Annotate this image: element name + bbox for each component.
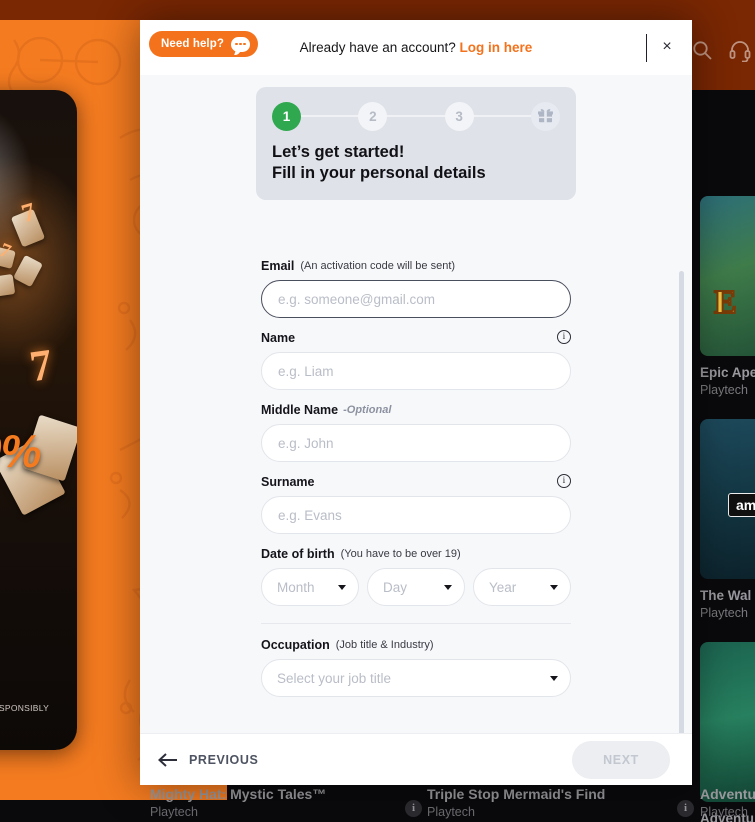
form-separator [261, 623, 571, 624]
modal-footer: PREVIOUS NEXT [140, 733, 692, 785]
game-provider: Playtech [150, 805, 198, 819]
dob-day-select[interactable]: Day [367, 568, 465, 606]
middle-name-optional-tag: -Optional [343, 404, 392, 416]
next-button[interactable]: NEXT [572, 740, 670, 779]
promo-legal-text: Y RESPONSIBLYPLY. [0, 703, 50, 713]
modal-header: Need help? Already have an account? Log … [140, 20, 692, 75]
field-date-of-birth: Date of birth (You have to be over 19) M… [261, 547, 571, 606]
game-card[interactable]: Mighty Hat: Mystic Tales™ Playtech [150, 786, 326, 819]
amc-badge: am [728, 493, 755, 517]
game-title: Epic Ape [700, 365, 755, 380]
surname-input[interactable] [261, 496, 571, 534]
game-title: Triple Stop Mermaid's Find [427, 786, 606, 802]
header-divider [646, 34, 647, 62]
game-provider: Playtech [700, 805, 748, 819]
info-icon[interactable]: i [557, 330, 571, 344]
game-thumbnail[interactable]: am [700, 419, 755, 579]
login-link[interactable]: Log in here [460, 40, 533, 55]
stepper-card: 1 2 3 Let’s get started! Fill in your pe… [256, 87, 576, 201]
occupation-label: Occupation [261, 638, 330, 652]
name-label: Name [261, 331, 296, 345]
game-title: Mighty Hat: Mystic Tales™ [150, 786, 327, 802]
dob-year-wrapper: Year [473, 568, 571, 606]
field-middle-name: Middle Name -Optional [261, 403, 571, 462]
game-card[interactable]: am The Wal Playtech [700, 419, 755, 620]
headset-icon[interactable] [728, 38, 752, 62]
stepper-title-line2: Fill in your personal details [272, 164, 486, 183]
email-input[interactable] [261, 280, 571, 318]
game-card[interactable]: E Epic Ape Playtech [700, 196, 755, 397]
stepper-step-2[interactable]: 2 [358, 101, 388, 131]
previous-button[interactable]: PREVIOUS [158, 753, 258, 767]
stepper: 1 2 3 [272, 101, 560, 131]
game-logo-text: E [713, 283, 738, 322]
registration-form: Email (An activation code will be sent) … [261, 243, 571, 697]
dob-month-wrapper: Month [261, 568, 359, 606]
game-provider: Playtech [700, 383, 748, 397]
stepper-connector-line [286, 115, 546, 117]
gift-icon [538, 109, 553, 123]
email-label: Email [261, 259, 295, 273]
surname-label: Surname [261, 475, 315, 489]
dob-year-select[interactable]: Year [473, 568, 571, 606]
game-card[interactable]: Adventu Playtech [700, 786, 755, 819]
game-title: The Wal [700, 588, 752, 603]
search-icon[interactable] [690, 38, 714, 62]
game-thumbnail[interactable]: E [700, 196, 755, 356]
arrow-left-icon [158, 752, 177, 767]
stepper-step-reward[interactable] [530, 101, 560, 131]
email-hint: (An activation code will be sent) [300, 260, 456, 272]
game-provider: Playtech [427, 805, 475, 819]
stepper-step-3[interactable]: 3 [444, 101, 474, 131]
promo-percent: 0% [0, 425, 41, 477]
field-surname: Surname i [261, 474, 571, 534]
stepper-step-1[interactable]: 1 [272, 101, 301, 131]
account-prompt-line: Already have an account? Log in here [140, 40, 692, 55]
close-icon[interactable]: × [656, 36, 678, 58]
registration-modal: Need help? Already have an account? Log … [140, 20, 692, 785]
occupation-wrapper: Select your job title [261, 659, 571, 697]
info-icon[interactable]: i [677, 800, 694, 817]
previous-label: PREVIOUS [189, 752, 259, 767]
game-column: E Epic Ape Playtech am The Wal Playtech … [700, 196, 755, 822]
page-root: 7 7 7 0% Y RESPONSIBLYPLY. E Epic Ape Pl… [0, 0, 755, 822]
field-occupation: Occupation (Job title & Industry) Select… [261, 638, 571, 697]
form-scrollbar[interactable] [679, 271, 684, 733]
field-name: Name i [261, 330, 571, 390]
middle-name-label: Middle Name [261, 403, 339, 417]
game-provider: Playtech [700, 606, 748, 620]
occupation-hint: (Job title & Industry) [335, 639, 434, 651]
info-icon[interactable]: i [405, 800, 422, 817]
browser-top-strip [0, 0, 755, 20]
dob-label: Date of birth [261, 547, 335, 561]
dob-month-select[interactable]: Month [261, 568, 359, 606]
game-card[interactable]: Triple Stop Mermaid's Find Playtech [427, 786, 605, 819]
stepper-title-line1: Let’s get started! [272, 143, 405, 161]
modal-body: 1 2 3 Let’s get started! Fill in your pe… [140, 75, 692, 733]
game-title: Adventu [700, 786, 755, 802]
dob-day-wrapper: Day [367, 568, 465, 606]
info-icon[interactable]: i [557, 474, 571, 488]
promo-banner-card[interactable]: 7 7 7 [0, 90, 77, 750]
game-thumbnail[interactable] [700, 642, 755, 802]
occupation-select[interactable]: Select your job title [261, 659, 571, 697]
field-email: Email (An activation code will be sent) [261, 259, 571, 318]
dob-hint: (You have to be over 19) [340, 548, 461, 560]
form-scroll-area: Email (An activation code will be sent) … [140, 243, 692, 733]
stepper-title: Let’s get started! Fill in your personal… [272, 142, 560, 184]
middle-name-input[interactable] [261, 424, 571, 462]
account-prompt-text: Already have an account? [299, 40, 456, 55]
name-input[interactable] [261, 352, 571, 390]
bottom-game-row: Mighty Hat: Mystic Tales™ Playtech i Tri… [150, 786, 755, 822]
